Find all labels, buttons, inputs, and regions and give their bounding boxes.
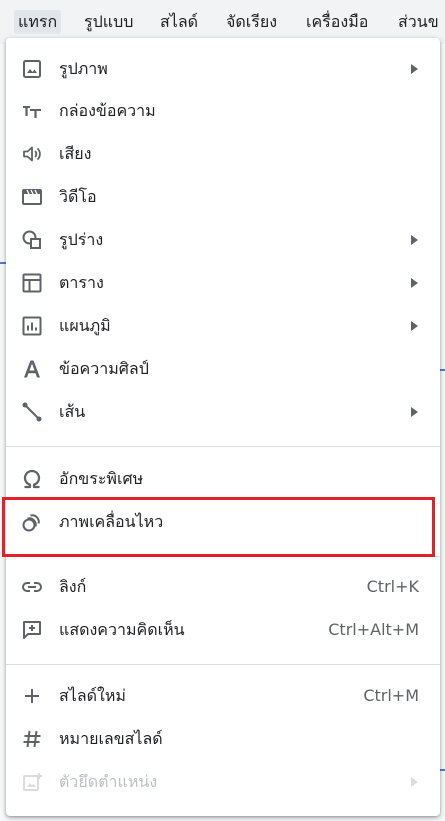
menu-item-label: รูปภาพ bbox=[59, 59, 108, 78]
menu-item-comment[interactable]: แสดงความคิดเห็น Ctrl+Alt+M bbox=[6, 609, 440, 651]
hash-icon bbox=[20, 727, 44, 751]
placeholder-icon bbox=[20, 770, 44, 794]
video-icon bbox=[20, 185, 44, 209]
word-art-icon bbox=[20, 357, 44, 381]
menu-item-new-slide[interactable]: สไลด์ใหม่ Ctrl+M bbox=[6, 675, 440, 717]
menu-insert[interactable]: แทรก bbox=[14, 10, 62, 34]
menu-item-shape[interactable]: รูปร่าง bbox=[6, 219, 440, 261]
menu-item-label: รูปร่าง bbox=[59, 230, 104, 249]
comment-icon bbox=[20, 618, 44, 642]
menu-item-label: เสียง bbox=[59, 144, 92, 163]
menu-item-label: เส้น bbox=[59, 402, 86, 421]
image-icon bbox=[20, 57, 44, 81]
submenu-arrow-icon bbox=[411, 278, 418, 288]
menu-item-slide-numbers[interactable]: หมายเลขสไลด์ bbox=[6, 718, 440, 760]
menu-slide[interactable]: สไลด์ bbox=[156, 10, 202, 34]
submenu-arrow-icon bbox=[411, 64, 418, 74]
menu-separator bbox=[6, 446, 440, 447]
text-box-icon bbox=[20, 99, 44, 123]
menu-item-label: ลิงก์ bbox=[59, 577, 87, 596]
menu-item-audio[interactable]: เสียง bbox=[6, 133, 440, 175]
submenu-arrow-icon bbox=[411, 321, 418, 331]
menu-item-label: หมายเลขสไลด์ bbox=[59, 729, 163, 748]
menu-item-label: อักขระพิเศษ bbox=[59, 469, 144, 488]
submenu-arrow-icon bbox=[411, 407, 418, 417]
menu-item-label: ข้อความศิลป์ bbox=[59, 359, 149, 378]
menu-item-label: ตัวยึดตำแหน่ง bbox=[59, 772, 158, 791]
menu-tools[interactable]: เครื่องมือ bbox=[302, 10, 372, 34]
menu-item-label: แผนภูมิ bbox=[59, 316, 111, 335]
menu-item-image[interactable]: รูปภาพ bbox=[6, 48, 440, 90]
menu-item-video[interactable]: วิดีโอ bbox=[6, 176, 440, 218]
menu-extensions[interactable]: ส่วนข bbox=[394, 10, 443, 34]
menu-item-label: กล่องข้อความ bbox=[59, 101, 156, 120]
audio-icon bbox=[20, 142, 44, 166]
submenu-arrow-icon bbox=[411, 777, 418, 787]
menu-item-link[interactable]: ลิงก์ Ctrl+K bbox=[6, 566, 440, 608]
link-icon bbox=[20, 575, 44, 599]
menu-format[interactable]: รูปแบบ bbox=[80, 10, 137, 34]
menu-item-special-characters[interactable]: อักขระพิเศษ bbox=[6, 458, 440, 500]
shortcut-label: Ctrl+Alt+M bbox=[328, 620, 419, 639]
menu-item-chart[interactable]: แผนภูมิ bbox=[6, 305, 440, 347]
menu-item-label: สไลด์ใหม่ bbox=[59, 686, 126, 705]
menu-item-line[interactable]: เส้น bbox=[6, 391, 440, 433]
menu-item-word-art[interactable]: ข้อความศิลป์ bbox=[6, 348, 440, 390]
table-icon bbox=[20, 271, 44, 295]
highlight-box bbox=[2, 497, 435, 557]
menu-item-table[interactable]: ตาราง bbox=[6, 262, 440, 304]
shapes-icon bbox=[20, 228, 44, 252]
menu-item-placeholder[interactable]: ตัวยึดตำแหน่ง bbox=[6, 761, 440, 803]
menu-item-label: วิดีโอ bbox=[59, 187, 97, 206]
line-icon bbox=[20, 400, 44, 424]
menu-item-text-box[interactable]: กล่องข้อความ bbox=[6, 90, 440, 132]
shortcut-label: Ctrl+K bbox=[366, 577, 419, 596]
insert-dropdown-menu: รูปภาพ กล่องข้อความ เสียง วิดีโอ รูปร่าง… bbox=[6, 38, 440, 816]
submenu-arrow-icon bbox=[411, 235, 418, 245]
menu-separator bbox=[6, 664, 440, 665]
menu-item-label: ตาราง bbox=[59, 273, 104, 292]
chart-icon bbox=[20, 314, 44, 338]
shortcut-label: Ctrl+M bbox=[363, 686, 419, 705]
menu-item-label: แสดงความคิดเห็น bbox=[59, 620, 185, 639]
plus-icon bbox=[20, 684, 44, 708]
menu-arrange[interactable]: จัดเรียง bbox=[222, 10, 281, 34]
omega-icon bbox=[20, 467, 44, 491]
